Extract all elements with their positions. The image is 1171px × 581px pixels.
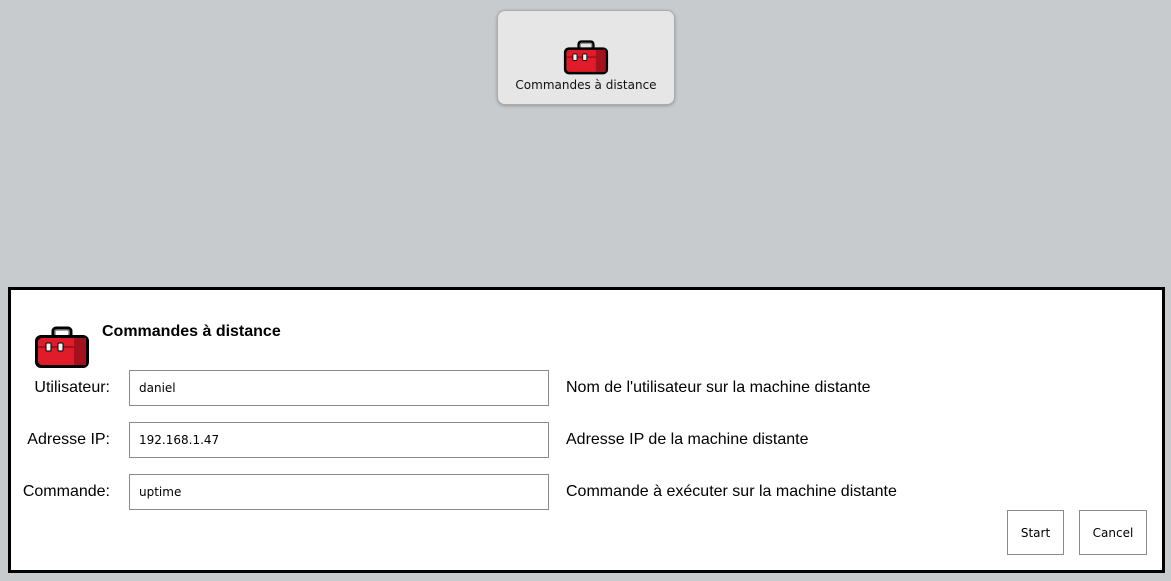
start-button[interactable]: Start <box>1007 510 1064 555</box>
user-label: Utilisateur: <box>34 379 110 396</box>
ip-address-hint: Adresse IP de la machine distante <box>566 431 809 448</box>
user-hint: Nom de l'utilisateur sur la machine dist… <box>566 379 871 396</box>
remote-commands-launcher-tile[interactable]: Commandes à distance <box>497 10 675 105</box>
command-hint: Commande à exécuter sur la machine dista… <box>566 483 897 500</box>
toolbox-icon <box>35 326 89 368</box>
remote-commands-dialog: Commandes à distance Utilisateur: Nom de… <box>8 287 1165 573</box>
ip-address-input[interactable] <box>129 422 549 458</box>
dialog-title: Commandes à distance <box>102 323 281 340</box>
user-input[interactable] <box>129 370 549 406</box>
command-input[interactable] <box>129 474 549 510</box>
ip-address-label: Adresse IP: <box>27 431 110 448</box>
cancel-button[interactable]: Cancel <box>1079 510 1147 555</box>
toolbox-icon <box>563 40 609 75</box>
launcher-label: Commandes à distance <box>515 78 657 92</box>
command-label: Commande: <box>22 483 110 500</box>
